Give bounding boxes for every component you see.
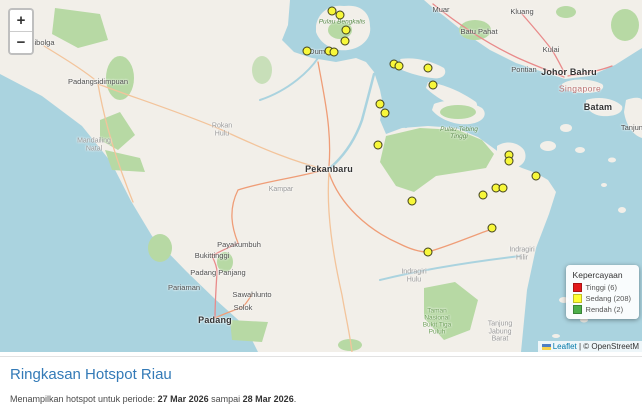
hotspot-marker[interactable] (395, 62, 404, 71)
legend-label: Tinggi (6) (586, 283, 617, 292)
period-suffix: . (294, 394, 297, 404)
hotspot-marker[interactable] (342, 26, 351, 35)
hotspot-marker[interactable] (429, 81, 438, 90)
legend-label: Sedang (208) (586, 294, 631, 303)
hotspot-marker[interactable] (336, 11, 345, 20)
summary-title: Ringkasan Hotspot Riau (10, 366, 642, 383)
legend-title: Kepercayaan (573, 270, 631, 280)
zoom-out-button[interactable]: − (10, 32, 32, 53)
hotspot-marker[interactable] (424, 64, 433, 73)
period-start-date: 27 Mar 2026 (158, 394, 209, 404)
legend-color-chip (573, 305, 582, 314)
zoom-in-button[interactable]: + (10, 10, 32, 32)
legend-label: Rendah (2) (586, 305, 624, 314)
hotspot-marker[interactable] (381, 109, 390, 118)
osm-credit: © OpenStreetM (583, 342, 639, 351)
hotspot-marker[interactable] (330, 48, 339, 57)
map-attribution: Leaflet | © OpenStreetM (538, 341, 642, 352)
hotspot-marker[interactable] (488, 224, 497, 233)
hotspot-marker[interactable] (374, 141, 383, 150)
legend-rows: Tinggi (6) Sedang (208) Rendah (2) (573, 283, 631, 314)
hotspot-marker[interactable] (376, 100, 385, 109)
legend-row: Sedang (208) (573, 294, 631, 303)
hotspot-marker[interactable] (303, 47, 312, 56)
leaflet-link[interactable]: Leaflet (553, 342, 577, 351)
hotspot-marker[interactable] (424, 248, 433, 257)
hotspot-marker[interactable] (532, 172, 541, 181)
zoom-control: + − (8, 8, 34, 55)
legend-color-chip (573, 283, 582, 292)
ukraine-flag-icon (542, 344, 551, 350)
confidence-legend: Kepercayaan Tinggi (6) Sedang (208) Rendah… (566, 265, 639, 319)
map-terrain (0, 0, 642, 352)
legend-row: Tinggi (6) (573, 283, 631, 292)
map-canvas[interactable]: SibolgaPadangsidimpuanMandailing NatalRo… (0, 0, 642, 352)
period-end-date: 28 Mar 2026 (243, 394, 294, 404)
period-prefix: Menampilkan hotspot untuk periode: (10, 394, 158, 404)
hotspot-marker[interactable] (341, 37, 350, 46)
hotspot-marker[interactable] (499, 184, 508, 193)
summary-panel: Ringkasan Hotspot Riau Menampilkan hotsp… (0, 356, 642, 413)
legend-row: Rendah (2) (573, 305, 631, 314)
hotspot-dashboard: SibolgaPadangsidimpuanMandailing NatalRo… (0, 0, 642, 413)
period-middle: sampai (209, 394, 243, 404)
hotspot-marker[interactable] (505, 157, 514, 166)
hotspot-marker[interactable] (479, 191, 488, 200)
legend-color-chip (573, 294, 582, 303)
summary-period-text: Menampilkan hotspot untuk periode: 27 Ma… (10, 394, 642, 404)
hotspot-marker[interactable] (408, 197, 417, 206)
